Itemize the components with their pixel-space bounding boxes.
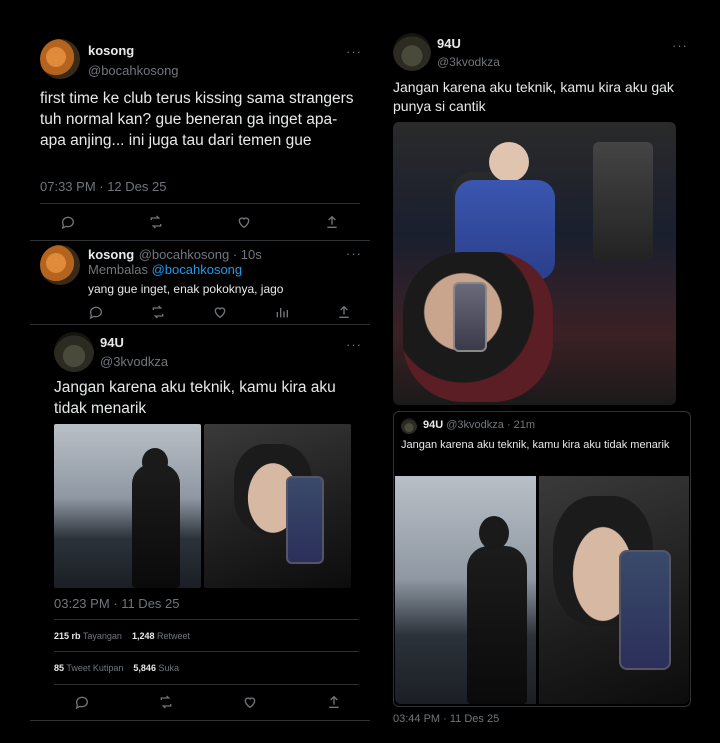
share-icon	[329, 695, 339, 708]
like-button[interactable]	[238, 692, 262, 712]
avatar[interactable]	[40, 39, 80, 79]
author-name[interactable]: 94U	[437, 36, 461, 51]
divider	[30, 240, 370, 241]
divider	[54, 619, 359, 620]
quote-text: Jangan karena aku teknik, kamu kira aku …	[401, 439, 670, 451]
views-button[interactable]	[272, 304, 292, 320]
author-name[interactable]: kosong	[88, 43, 134, 58]
like-icon	[214, 307, 226, 319]
avatar[interactable]	[54, 332, 94, 372]
tweet-text: first time ke club terus kissing sama st…	[40, 90, 354, 149]
reply-text: yang gue inget, enak pokoknya, jago	[88, 282, 284, 296]
author-handle[interactable]: @3kvodkza	[100, 354, 168, 369]
quotes-label[interactable]: Tweet Kutipan	[66, 663, 123, 673]
divider	[40, 203, 360, 204]
tweet-image[interactable]	[204, 424, 351, 588]
replying-to: Membalas @bocahkosong	[88, 262, 242, 277]
mention-link[interactable]: @bocahkosong	[152, 262, 243, 277]
like-icon	[238, 217, 250, 229]
share-button[interactable]	[334, 304, 354, 320]
tweet-image[interactable]	[393, 122, 676, 405]
avatar[interactable]	[40, 245, 80, 285]
divider	[54, 684, 359, 685]
retweet-icon	[160, 695, 172, 709]
likes-label[interactable]: Suka	[158, 663, 179, 673]
more-options-icon[interactable]: ···	[346, 44, 362, 59]
quotes-count[interactable]: 85	[54, 663, 64, 673]
tweet-image[interactable]	[54, 424, 201, 588]
divider	[30, 720, 370, 721]
share-icon	[327, 215, 337, 228]
share-button[interactable]	[320, 212, 344, 232]
author-handle[interactable]: @3kvodkza · 21m	[446, 419, 535, 431]
tweet-timestamp[interactable]: 03:44 PM · 11 Des 25	[393, 713, 499, 725]
like-icon	[244, 697, 256, 709]
avatar[interactable]	[393, 33, 431, 71]
author-name[interactable]: kosong	[88, 247, 134, 262]
reply-icon	[61, 216, 74, 230]
author-name[interactable]: 94U	[100, 335, 124, 350]
views-label: Tayangan	[82, 631, 122, 641]
retweet-icon	[150, 215, 162, 229]
retweet-icon	[152, 305, 164, 319]
reply-button[interactable]	[86, 304, 106, 320]
tweet-text: Jangan karena aku teknik, kamu kira aku …	[54, 379, 336, 417]
tweet-image[interactable]	[539, 476, 689, 704]
divider	[30, 324, 370, 325]
views-count: 215 rb	[54, 631, 81, 641]
like-button[interactable]	[232, 212, 256, 232]
share-button[interactable]	[322, 692, 346, 712]
tweet-text: Jangan karena aku teknik, kamu kira aku …	[393, 79, 674, 114]
author-handle[interactable]: @3kvodkza	[437, 55, 500, 69]
retweet-button[interactable]	[144, 212, 168, 232]
retweets-count[interactable]: 1,248	[132, 631, 155, 641]
like-button[interactable]	[210, 304, 230, 320]
more-options-icon[interactable]: ···	[346, 246, 362, 261]
author-name[interactable]: 94U	[423, 419, 443, 431]
reply-button[interactable]	[70, 692, 94, 712]
likes-count[interactable]: 5,846	[133, 663, 156, 673]
quote-header: 94U @3kvodkza · 21m	[423, 419, 535, 431]
tweet-image[interactable]	[395, 476, 536, 704]
tweet-timestamp[interactable]: 07:33 PM · 12 Des 25	[40, 179, 166, 194]
avatar[interactable]	[401, 418, 417, 434]
divider	[54, 651, 359, 652]
more-options-icon[interactable]: ···	[346, 337, 362, 352]
stats-row: 85 Tweet Kutipan 5,846 Suka	[54, 663, 179, 673]
author-handle[interactable]: @bocahkosong	[88, 63, 179, 78]
share-icon	[339, 305, 349, 318]
retweet-button[interactable]	[148, 304, 168, 320]
retweets-label[interactable]: Retweet	[157, 631, 190, 641]
more-options-icon[interactable]: ···	[672, 38, 688, 53]
reply-button[interactable]	[56, 212, 80, 232]
author-handle[interactable]: @bocahkosong · 10s	[139, 247, 262, 262]
reply-icon	[89, 306, 102, 320]
stats-row: 215 rb Tayangan 1,248 Retweet	[54, 631, 190, 641]
reply-icon	[75, 696, 88, 710]
views-icon	[276, 308, 288, 318]
replying-prefix: Membalas	[88, 262, 148, 277]
retweet-button[interactable]	[154, 692, 178, 712]
tweet-timestamp[interactable]: 03:23 PM · 11 Des 25	[54, 596, 180, 611]
